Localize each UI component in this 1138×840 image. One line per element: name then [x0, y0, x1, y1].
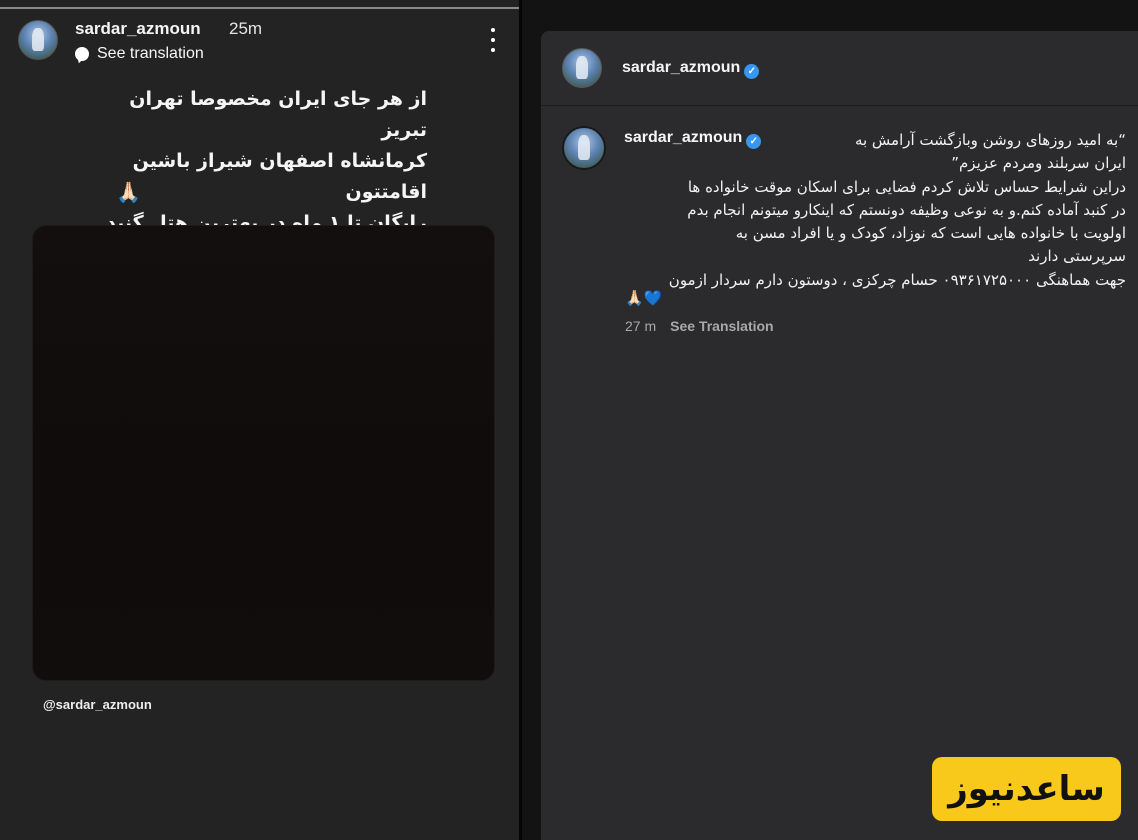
story-username[interactable]: sardar_azmoun: [75, 19, 201, 39]
story-timestamp: 25m: [229, 19, 263, 38]
more-options-button[interactable]: [485, 28, 501, 52]
caption-line: ایران سربلند ومردم عزیزم”: [951, 154, 1126, 173]
avatar[interactable]: [562, 48, 602, 88]
avatar-figure: [577, 135, 591, 160]
site-logo: ساعدنیوز: [932, 757, 1121, 821]
dot-icon: [491, 48, 495, 52]
caption-line: در کنبد آماده کنم.و به نوعی وظیفه دونستم…: [687, 200, 1126, 219]
site-logo-text: ساعدنیوز: [948, 769, 1105, 809]
caption-line: جهت هماهنگی ۰۹۳۶۱۷۲۵۰۰۰ حسام چرکزی ، دوس…: [668, 270, 1126, 289]
caption-avatar[interactable]: [562, 126, 606, 170]
post-username[interactable]: sardar_azmoun ✓: [622, 59, 760, 79]
avatar-figure: [575, 55, 589, 80]
caption-meta: 27 m See Translation: [625, 318, 774, 334]
caption-text: “به امید روزهای روشن وبازگشت آرامش به ای…: [621, 129, 1126, 292]
avatar-figure: [31, 27, 45, 52]
see-translation-label: See translation: [97, 45, 204, 62]
pray-emoji: 🙏🏻: [625, 289, 644, 307]
dot-icon: [491, 28, 495, 32]
see-translation-link[interactable]: See translation: [75, 45, 204, 63]
blue-heart-emoji: 💙: [643, 289, 663, 307]
caption-line: دراین شرایط حساس تلاش کردم فضایی برای اس…: [687, 177, 1126, 196]
caption-emojis: 🙏🏻💙: [625, 289, 662, 307]
story-image: [32, 225, 495, 681]
caption-line: سرپرستی دارند: [1028, 247, 1126, 266]
post-username-text: sardar_azmoun: [622, 59, 741, 76]
see-translation-button[interactable]: See Translation: [670, 318, 773, 334]
avatar[interactable]: [18, 20, 58, 60]
caption-line: “به امید روزهای روشن وبازگشت آرامش به: [854, 131, 1126, 149]
speech-bubble-icon: [75, 47, 89, 61]
post-panel: sardar_azmoun ✓ sardar_azmoun ✓ “به امید ر…: [541, 31, 1138, 840]
caption-timestamp: 27 m: [625, 318, 657, 334]
verified-badge-icon: ✓: [744, 64, 760, 79]
story-progress-bar: [0, 7, 519, 9]
pray-emoji: 🙏🏻: [116, 180, 141, 204]
dot-icon: [491, 38, 495, 42]
story-panel: sardar_azmoun 25m See translation از هر …: [0, 0, 522, 840]
post-header: sardar_azmoun ✓: [541, 31, 1138, 106]
story-watermark: @sardar_azmoun: [43, 697, 152, 712]
caption-line: اولویت با خانواده هایی است که نوزاد، کود…: [735, 224, 1126, 243]
